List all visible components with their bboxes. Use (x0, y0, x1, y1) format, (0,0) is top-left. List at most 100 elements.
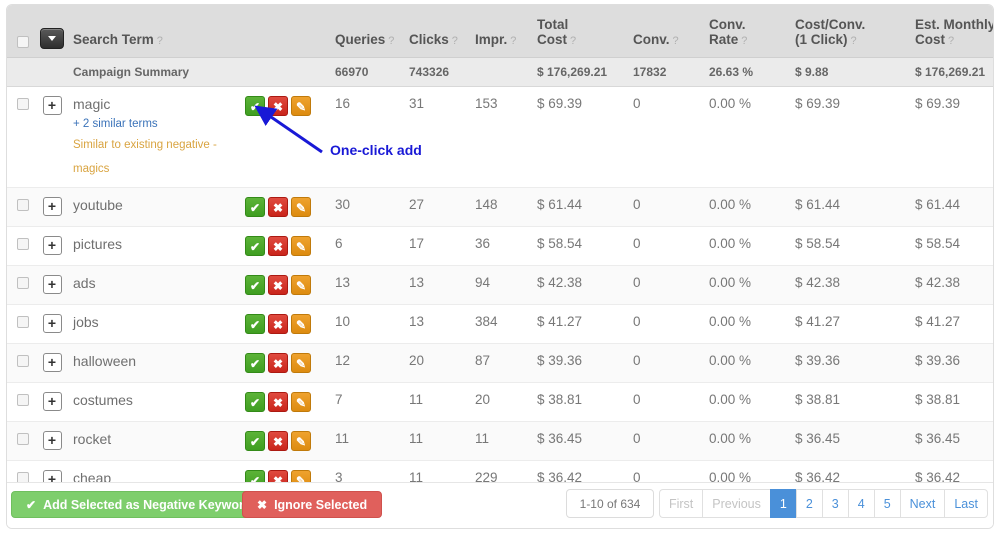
table-row: + magic + 2 similar terms Similar to existi… (7, 86, 993, 188)
help-icon-impressions[interactable]: ? (510, 35, 516, 47)
header-search-term[interactable]: Search Term? (69, 5, 241, 58)
row-checkbox-cell (7, 421, 35, 461)
cross-icon[interactable]: ✖ (268, 235, 288, 256)
help-icon-cost-per-conv[interactable]: ? (851, 35, 857, 47)
cross-icon[interactable]: ✖ (268, 313, 288, 334)
header-dropdown-cell (35, 5, 69, 58)
pagination-item-1[interactable]: 1 (769, 489, 796, 518)
check-icon[interactable]: ✔ (245, 352, 265, 373)
row-checkbox[interactable] (17, 354, 29, 367)
row-clicks: 13 (405, 304, 471, 344)
help-icon-conv-rate[interactable]: ? (741, 35, 747, 47)
expand-row-button[interactable]: + (42, 430, 62, 450)
check-icon[interactable]: ✔ (245, 313, 265, 334)
pencil-icon[interactable]: ✎ (291, 235, 311, 256)
header-conv-rate[interactable]: Conv. Rate? (705, 5, 791, 58)
row-checkbox[interactable] (17, 237, 29, 250)
result-count: 1-10 of 634 (566, 489, 654, 518)
row-total-cost: $ 58.54 (533, 226, 629, 266)
row-checkbox[interactable] (17, 97, 29, 110)
row-conv-rate: 0.00 % (705, 304, 791, 344)
pencil-icon[interactable]: ✎ (291, 430, 311, 451)
row-clicks: 11 (405, 421, 471, 461)
header-clicks[interactable]: Clicks? (405, 5, 471, 58)
expand-row-button[interactable]: + (42, 352, 62, 372)
expand-row-button[interactable]: + (42, 274, 62, 294)
row-total-cost: $ 38.81 (533, 382, 629, 422)
cross-icon: ✖ (257, 498, 268, 512)
help-icon-search-term[interactable]: ? (157, 35, 163, 47)
pagination-item-5[interactable]: 5 (873, 489, 900, 518)
cross-icon[interactable]: ✖ (268, 95, 288, 116)
row-conv-rate: 0.00 % (705, 421, 791, 461)
header-impressions[interactable]: Impr.? (471, 5, 533, 58)
row-cost-per-conv: $ 41.27 (791, 304, 911, 344)
table-row: + halloween ✔ ✖ ✎ 12 20 87 $ 39.36 0 0.00 % $ 39.36… (7, 343, 993, 383)
row-search-term-cell: youtube (69, 187, 241, 227)
row-checkbox[interactable] (17, 198, 29, 211)
row-checkbox[interactable] (17, 393, 29, 406)
table-footer: ✔ Add Selected as Negative Keywords ✖ Igno… (7, 482, 993, 528)
pencil-icon[interactable]: ✎ (291, 196, 311, 217)
row-expand-cell: + (35, 382, 69, 422)
check-icon[interactable]: ✔ (245, 391, 265, 412)
similar-terms-link[interactable]: + 2 similar terms (73, 118, 237, 130)
header-cost-per-conv[interactable]: Cost/Conv. (1 Click)? (791, 5, 911, 58)
pencil-icon[interactable]: ✎ (291, 274, 311, 295)
pagination-item-3[interactable]: 3 (821, 489, 848, 518)
row-checkbox[interactable] (17, 315, 29, 328)
table-row: + costumes ✔ ✖ ✎ 7 11 20 $ 38.81 0 0.00 % $ 38.81 $ … (7, 382, 993, 422)
header-total-cost[interactable]: Total Cost? (533, 5, 629, 58)
pagination-item-2[interactable]: 2 (795, 489, 822, 518)
header-conversions[interactable]: Conv.? (629, 5, 705, 58)
ignore-selected-button[interactable]: ✖ Ignore Selected (242, 491, 383, 518)
pagination: First Previous 1 2 3 4 5 Next Last (658, 489, 988, 518)
check-icon[interactable]: ✔ (245, 235, 265, 256)
select-all-checkbox[interactable] (17, 35, 29, 48)
row-impressions: 11 (471, 421, 533, 461)
row-queries: 11 (331, 421, 405, 461)
pencil-icon[interactable]: ✎ (291, 95, 311, 116)
cross-icon[interactable]: ✖ (268, 430, 288, 451)
expand-row-button[interactable]: + (42, 235, 62, 255)
header-total-cost-line2: Cost (537, 31, 567, 47)
summary-expand-cell (35, 57, 69, 87)
help-icon-clicks[interactable]: ? (452, 35, 458, 47)
help-icon-total-cost[interactable]: ? (570, 35, 576, 47)
pagination-item-next[interactable]: Next (899, 489, 945, 518)
row-checkbox[interactable] (17, 432, 29, 445)
pagination-item-last[interactable]: Last (944, 489, 988, 518)
header-row: Search Term? Queries? Clicks? Impr.? Tot… (7, 5, 993, 58)
cross-icon[interactable]: ✖ (268, 196, 288, 217)
cross-icon[interactable]: ✖ (268, 391, 288, 412)
row-cost-per-conv: $ 39.36 (791, 343, 911, 383)
header-conv-rate-line1: Conv. (709, 16, 746, 32)
expand-row-button[interactable]: + (42, 196, 62, 216)
row-actions-cell: ✔✖✎ (241, 343, 331, 383)
pencil-icon[interactable]: ✎ (291, 352, 311, 373)
help-icon-conversions[interactable]: ? (673, 35, 679, 47)
help-icon-queries[interactable]: ? (388, 35, 394, 47)
row-checkbox-cell (7, 265, 35, 305)
row-action-group: ✔✖✎ (245, 235, 314, 256)
check-icon[interactable]: ✔ (245, 95, 265, 116)
expand-row-button[interactable]: + (42, 313, 62, 333)
header-queries[interactable]: Queries? (331, 5, 405, 58)
add-selected-negative-button[interactable]: ✔ Add Selected as Negative Keywords (11, 491, 274, 518)
pencil-icon[interactable]: ✎ (291, 313, 311, 334)
check-icon[interactable]: ✔ (245, 196, 265, 217)
check-icon[interactable]: ✔ (245, 430, 265, 451)
row-expand-cell: + (35, 343, 69, 383)
cross-icon[interactable]: ✖ (268, 352, 288, 373)
row-action-group: ✔✖✎ (245, 95, 314, 116)
check-icon[interactable]: ✔ (245, 274, 265, 295)
help-icon-est-monthly-cost[interactable]: ? (948, 35, 954, 47)
expand-row-button[interactable]: + (42, 391, 62, 411)
header-est-monthly-cost[interactable]: Est. Monthly Cost? (911, 5, 993, 58)
row-checkbox[interactable] (17, 276, 29, 289)
cross-icon[interactable]: ✖ (268, 274, 288, 295)
pagination-item-4[interactable]: 4 (847, 489, 874, 518)
chevron-down-icon[interactable] (40, 27, 64, 49)
pencil-icon[interactable]: ✎ (291, 391, 311, 412)
expand-row-button[interactable]: + (42, 95, 62, 115)
